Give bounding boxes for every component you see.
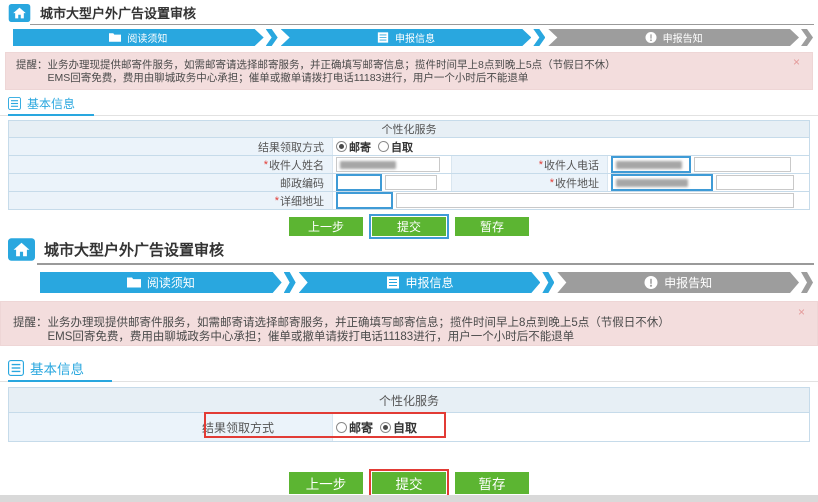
step-label: 申报告知 [663,30,703,45]
form-panel-bottom: 城市大型户外广告设置审核 阅读须知 申报信息 [0,233,818,494]
radio-mail-label: 邮寄 [349,419,373,436]
form-panel-top: 城市大型户外广告设置审核 阅读须知 申报信息 [0,0,818,236]
zip-address-row: 邮政编码 *收件地址 [9,173,809,191]
step-declare-notify[interactable]: 申报告知 [548,29,813,46]
section-divider [0,115,818,116]
section-title: 基本信息 [30,358,84,378]
step-chevron-icon [284,272,296,293]
radio-self-pickup-label: 自取 [393,419,417,436]
header-divider [30,24,814,25]
close-icon[interactable]: × [798,305,805,319]
page-title: 城市大型户外广告设置审核 [44,239,224,260]
recipient-name-label: *收件人姓名 [9,156,333,173]
page: 城市大型户外广告设置审核 阅读须知 申报信息 [0,0,818,502]
page-title: 城市大型户外广告设置审核 [40,3,196,22]
step-chevron-icon [533,29,545,46]
alert-label: 提醒： [16,59,48,85]
page-header: 城市大型户外广告设置审核 [0,233,818,261]
section-basic-info: 基本信息 [0,358,818,378]
step-read-notice[interactable]: 阅读须知 [13,29,278,46]
pickup-method-label: 结果领取方式 [9,413,333,441]
info-circle-icon [645,32,657,43]
recipient-address-label: *收件地址 [451,174,608,191]
annotation-box-blue [611,156,691,173]
reminder-alert: 提醒： 业务办理现提供邮寄件服务，如需邮寄请选择邮寄服务，并正确填写邮寄信息；揽… [5,52,813,90]
step-declare-info[interactable]: 申报信息 [299,272,555,293]
step-chevron-icon [266,29,278,46]
radio-mail[interactable] [336,422,347,433]
home-icon[interactable] [8,4,31,22]
step-label: 阅读须知 [127,30,167,45]
annotation-box-blue [336,192,393,209]
form-sheet-icon [377,32,389,43]
annotation-box-blue [611,174,713,191]
radio-self-pickup-label: 自取 [391,139,413,155]
section-title: 基本信息 [27,95,75,112]
recipient-address-input[interactable] [716,175,794,190]
close-icon[interactable]: × [793,56,800,69]
reminder-alert: 提醒： 业务办理现提供邮寄件服务，如需邮寄请选择邮寄服务，并正确填写邮寄信息；揽… [0,301,818,346]
redacted-value [340,161,396,169]
personal-service-table: 个性化服务 结果领取方式 邮寄 自取 [8,120,810,210]
document-icon [8,97,21,110]
pickup-method-label: 结果领取方式 [9,138,333,155]
submit-button[interactable]: 提交 [372,472,446,494]
annotation-box-blue [336,174,382,191]
section-divider [0,381,818,382]
radio-mail-label: 邮寄 [349,139,371,155]
step-chevron-icon [801,272,813,293]
pickup-method-row: 结果领取方式 邮寄 自取 [9,412,809,441]
step-label: 申报告知 [664,274,712,291]
page-header: 城市大型户外广告设置审核 [0,0,818,22]
form-sheet-icon [386,276,400,289]
notice-doc-icon [127,276,141,289]
alert-text: 业务办理现提供邮寄件服务，如需邮寄请选择邮寄服务，并正确填写邮寄信息；揽件时间早… [48,316,670,344]
step-declare-notify[interactable]: 申报告知 [557,272,813,293]
recipient-phone-label: *收件人电话 [451,156,608,173]
step-chevron-icon [542,272,554,293]
radio-mail[interactable] [336,141,347,152]
step-chevron-icon [801,29,813,46]
table-header: 个性化服务 [9,388,809,412]
save-draft-button[interactable]: 暂存 [455,472,529,494]
postal-code-input[interactable] [385,175,437,190]
prev-step-button[interactable]: 上一步 [289,472,363,494]
alert-text: 业务办理现提供邮寄件服务，如需邮寄请选择邮寄服务，并正确填写邮寄信息；揽件时间早… [48,59,616,85]
section-basic-info: 基本信息 [0,95,818,112]
redacted-value [616,179,688,187]
home-icon[interactable] [8,238,35,261]
step-read-notice[interactable]: 阅读须知 [40,272,296,293]
personal-service-table: 个性化服务 结果领取方式 邮寄 自取 [8,387,810,442]
document-icon [8,360,24,376]
detail-address-row: *详细地址 [9,191,809,209]
step-progress-bar: 阅读须知 申报信息 申报告知 [40,272,813,293]
step-progress-bar: 阅读须知 申报信息 申报告知 [13,29,813,46]
action-buttons: 上一步 提交 暂存 [0,472,818,494]
detail-address-input[interactable] [396,193,794,208]
table-header: 个性化服务 [9,121,809,137]
info-circle-icon [644,276,658,289]
postal-code-label: 邮政编码 [9,174,333,191]
header-divider [37,263,814,265]
name-phone-row: *收件人姓名 *收件人电话 [9,155,809,173]
step-label: 申报信息 [395,30,435,45]
recipient-name-input[interactable] [336,157,440,172]
recipient-phone-input[interactable] [694,157,791,172]
step-declare-info[interactable]: 申报信息 [281,29,546,46]
pickup-options: 邮寄 自取 [336,139,413,155]
step-label: 阅读须知 [147,274,195,291]
alert-label: 提醒： [13,316,48,344]
radio-self-pickup[interactable] [378,141,389,152]
notice-doc-icon [109,32,121,43]
pickup-method-row: 结果领取方式 邮寄 自取 [9,137,809,155]
detail-address-label: *详细地址 [9,192,333,209]
step-label: 申报信息 [406,274,454,291]
redacted-value [616,161,682,169]
radio-self-pickup[interactable] [380,422,391,433]
page-bottom-strip [0,495,818,502]
pickup-options: 邮寄 自取 [336,419,417,436]
